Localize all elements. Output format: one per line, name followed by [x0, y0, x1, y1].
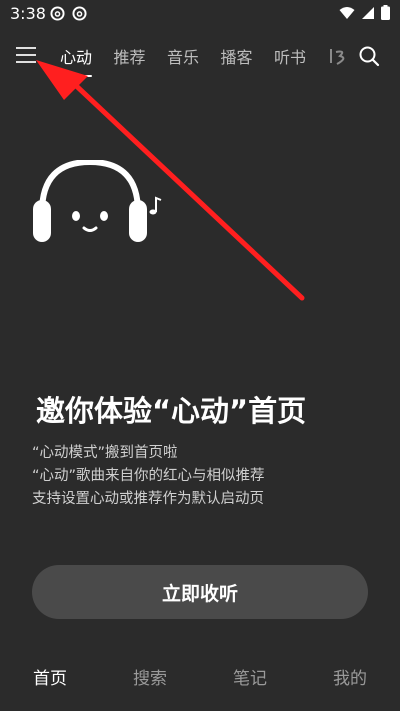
description-line: “心动模式”搬到首页啦 [32, 445, 178, 461]
hero-headline: 邀你体验“心动”首页 [36, 394, 307, 428]
tab-xindong[interactable]: 心动 [60, 44, 114, 77]
tab-yinyue[interactable]: 音乐 [167, 44, 221, 68]
tab-label: 音乐 [167, 48, 200, 67]
search-icon[interactable] [358, 45, 380, 67]
tab-tuijian[interactable]: 推荐 [114, 44, 168, 68]
tab-bar: 心动 推荐 音乐 播客 听书 [60, 44, 328, 77]
netease-notification-icon-2 [72, 6, 87, 21]
tab-more-icon[interactable] [328, 46, 350, 68]
menu-icon[interactable] [16, 46, 38, 64]
signal-icon [362, 6, 374, 19]
top-nav: 心动 推荐 音乐 播客 听书 [0, 36, 400, 77]
bottom-nav-home[interactable]: 首页 [33, 664, 67, 689]
active-tab-indicator [60, 75, 92, 77]
tab-label: 心动 [60, 48, 93, 67]
description-line: “心动”歌曲来自你的红心与相似推荐 [32, 468, 265, 484]
netease-notification-icon [50, 6, 65, 21]
hero-description: “心动模式”搬到首页啦 “心动”歌曲来自你的红心与相似推荐 支持设置心动或推荐作… [32, 442, 265, 511]
headphone-face-icon [33, 160, 162, 242]
wifi-icon [339, 6, 355, 19]
battery-icon [381, 5, 390, 20]
status-time: 3:38 [10, 4, 46, 23]
listen-now-label: 立即收听 [161, 582, 238, 605]
status-indicators [339, 5, 390, 20]
tab-label: 听书 [274, 48, 307, 67]
description-line: 支持设置心动或推荐作为默认启动页 [32, 491, 264, 507]
tab-tingshu[interactable]: 听书 [274, 44, 328, 68]
bottom-nav: 首页 搜索 笔记 我的 [0, 660, 400, 694]
tab-label: 推荐 [113, 48, 146, 67]
bottom-nav-notes[interactable]: 笔记 [233, 664, 267, 689]
bottom-nav-search[interactable]: 搜索 [133, 664, 167, 689]
bottom-nav-mine[interactable]: 我的 [333, 664, 367, 689]
tab-boke[interactable]: 播客 [221, 44, 275, 68]
status-bar: 3:38 [0, 0, 400, 28]
tab-label: 播客 [220, 48, 253, 67]
listen-now-button[interactable]: 立即收听 [32, 565, 368, 619]
